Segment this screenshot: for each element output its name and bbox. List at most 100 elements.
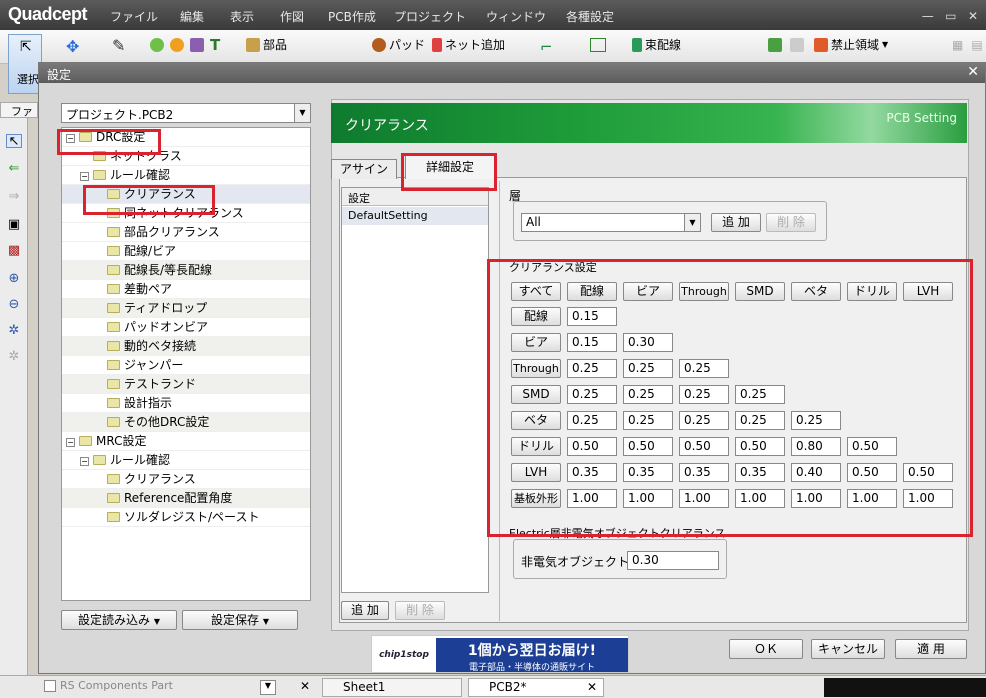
window-controls[interactable]: — ▭ ✕ [922, 9, 978, 23]
clearance-value-input[interactable]: 0.50 [847, 437, 897, 456]
clearance-value-input[interactable]: 0.50 [623, 437, 673, 456]
gear-icon[interactable]: ✲ [6, 324, 22, 338]
clearance-value-input[interactable]: 0.25 [735, 411, 785, 430]
clearance-value-input[interactable]: 0.25 [679, 359, 729, 378]
clearance-value-input[interactable]: 0.25 [567, 411, 617, 430]
arc-icon[interactable] [170, 38, 184, 52]
clearance-value-input[interactable]: 0.25 [623, 411, 673, 430]
search-checkbox[interactable] [44, 680, 56, 692]
delete-layer-button[interactable]: 削 除 [766, 213, 816, 232]
row-header-button[interactable]: ドリル [511, 437, 561, 456]
setting-list[interactable]: 設定 DefaultSetting [341, 187, 489, 593]
move-icon[interactable]: ✥ [66, 37, 79, 56]
add-layer-button[interactable]: 追 加 [711, 213, 761, 232]
clearance-value-input[interactable]: 1.00 [791, 489, 841, 508]
menu-item[interactable]: ファイル [110, 8, 158, 25]
column-header-button[interactable]: 配線 [567, 282, 617, 301]
ok-button[interactable]: ＯＫ [729, 639, 803, 659]
clearance-value-input[interactable]: 0.80 [791, 437, 841, 456]
tree-item[interactable]: 設計指示 [62, 394, 310, 413]
clearance-value-input[interactable]: 1.00 [903, 489, 953, 508]
clearance-value-input[interactable]: 0.35 [567, 463, 617, 482]
cancel-button[interactable]: キャンセル [811, 639, 885, 659]
clearance-value-input[interactable]: 0.15 [567, 333, 617, 352]
clearance-value-input[interactable]: 0.25 [623, 385, 673, 404]
tree-item[interactable]: ソルダレジスト/ペースト [62, 508, 310, 527]
column-header-button[interactable]: すべて [511, 282, 561, 301]
layers-icon[interactable]: ▤ [971, 38, 982, 52]
menu-item[interactable]: 作図 [280, 8, 304, 25]
tree-item[interactable]: 配線長/等長配線 [62, 261, 310, 280]
apply-button[interactable]: 適 用 [895, 639, 967, 659]
tree-item[interactable]: テストランド [62, 375, 310, 394]
fill-off-icon[interactable] [790, 38, 804, 52]
parts-search-input[interactable]: RS Components Part [60, 679, 256, 696]
layer-tools[interactable] [768, 38, 804, 52]
menu-item[interactable]: 編集 [180, 8, 204, 25]
text-icon[interactable]: T [210, 38, 220, 53]
clearance-value-input[interactable]: 0.50 [847, 463, 897, 482]
tree-item[interactable]: パッドオンビア [62, 318, 310, 337]
extra-tools[interactable]: ▦ ▤ [952, 38, 983, 52]
row-header-button[interactable]: 配線 [511, 307, 561, 326]
tree-item[interactable]: − ルール確認 [62, 451, 310, 470]
chevron-down-icon[interactable]: ▼ [684, 214, 700, 231]
close-tab-icon[interactable]: ✕ [300, 679, 310, 693]
tree-item[interactable]: ティアドロップ [62, 299, 310, 318]
tree-item[interactable]: ジャンパー [62, 356, 310, 375]
menu-item[interactable]: PCB作成 [328, 8, 376, 25]
column-header-button[interactable]: LVH [903, 282, 953, 301]
fill-icon[interactable] [768, 38, 782, 52]
clearance-value-input[interactable]: 0.40 [791, 463, 841, 482]
tree-item[interactable]: 差動ペア [62, 280, 310, 299]
project-select[interactable]: プロジェクト.PCB2 ▼ [61, 103, 311, 123]
save-settings-button[interactable]: 設定保存 ▼ [182, 610, 298, 630]
tree-item[interactable]: − MRC設定 [62, 432, 310, 451]
row-header-button[interactable]: Through [511, 359, 561, 378]
clearance-value-input[interactable]: 0.50 [567, 437, 617, 456]
clearance-value-input[interactable]: 1.00 [735, 489, 785, 508]
tree-item[interactable]: 配線/ビア [62, 242, 310, 261]
column-header-button[interactable]: ドリル [847, 282, 897, 301]
clearance-value-input[interactable]: 0.25 [791, 411, 841, 430]
clearance-value-input[interactable]: 1.00 [567, 489, 617, 508]
select-tool-button[interactable]: ⇱ 選択 [8, 34, 42, 94]
tree-item[interactable]: 動的ベタ接続 [62, 337, 310, 356]
shape-tools[interactable]: T [150, 38, 220, 53]
menu-item[interactable]: プロジェクト [394, 8, 466, 25]
polygon-icon[interactable] [190, 38, 204, 52]
clearance-value-input[interactable]: 0.50 [735, 437, 785, 456]
parts-button[interactable]: 部品 [246, 36, 287, 53]
net-add-button[interactable]: ネット追加 [432, 36, 505, 53]
tab-assign[interactable]: アサイン [331, 159, 397, 179]
clearance-value-input[interactable]: 0.35 [679, 463, 729, 482]
clearance-value-input[interactable]: 0.30 [623, 333, 673, 352]
tree-item[interactable]: 部品クリアランス [62, 223, 310, 242]
non-electric-input[interactable]: 0.30 [627, 551, 719, 570]
collapse-icon[interactable]: − [80, 172, 89, 181]
grid-icon[interactable]: ▦ [952, 38, 963, 52]
close-icon[interactable]: ✕ [967, 64, 979, 80]
close-tab-icon[interactable]: ✕ [587, 680, 597, 694]
board-icon[interactable] [590, 38, 606, 52]
clearance-value-input[interactable]: 0.35 [735, 463, 785, 482]
gear-disabled-icon[interactable]: ✲ [6, 350, 22, 364]
forbidden-area-button[interactable]: 禁止領域 ▼ [814, 36, 888, 53]
zoom-out-icon[interactable]: ⊖ [6, 298, 22, 312]
clearance-value-input[interactable]: 0.25 [567, 385, 617, 404]
tree-item[interactable]: その他DRC設定 [62, 413, 310, 432]
file-tab[interactable]: ファ [0, 102, 38, 118]
search-dropdown[interactable]: ▼ [260, 680, 276, 695]
arrow-right-icon[interactable]: ⇒ [6, 190, 22, 204]
arrow-left-icon[interactable]: ⇐ [6, 162, 22, 176]
clearance-value-input[interactable]: 1.00 [847, 489, 897, 508]
row-header-button[interactable]: ベタ [511, 411, 561, 430]
column-header-button[interactable]: Through [679, 282, 729, 301]
zoom-in-icon[interactable]: ⊕ [6, 272, 22, 286]
zoom-area-icon[interactable]: ▩ [6, 244, 22, 258]
ad-banner[interactable]: chip1stop 1個から翌日お届け! 電子部品・半導体の通販サイト [371, 635, 629, 673]
clearance-value-input[interactable]: 0.50 [903, 463, 953, 482]
add-setting-button[interactable]: 追 加 [341, 601, 389, 620]
clearance-value-input[interactable]: 0.50 [679, 437, 729, 456]
row-header-button[interactable]: 基板外形 [511, 489, 561, 508]
